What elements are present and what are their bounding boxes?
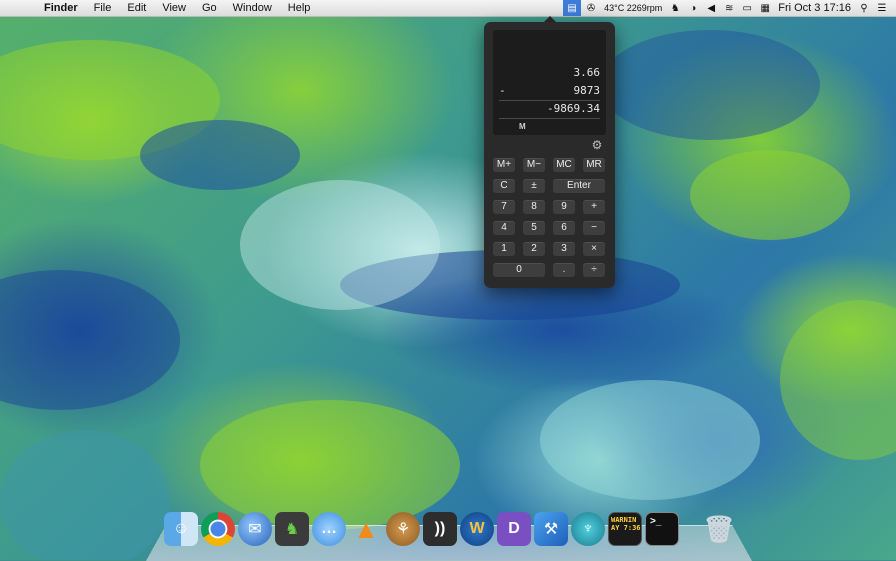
notification-center-icon[interactable]: ☰ [874, 0, 890, 16]
subtract-button[interactable]: − [583, 221, 605, 235]
display-result: -9869.34 [547, 102, 600, 115]
display-operand-1: 3.66 [573, 66, 601, 79]
dash-icon[interactable]: D [497, 512, 531, 546]
us-flag-input-icon[interactable]: ▦ [757, 0, 773, 16]
divide-button[interactable]: ÷ [583, 263, 605, 277]
wifi-icon[interactable]: ≋ [721, 0, 737, 16]
digit-3-button[interactable]: 3 [553, 242, 575, 256]
display-separator-2 [499, 118, 600, 119]
digit-8-button[interactable]: 8 [523, 200, 545, 214]
cyberduck-icon[interactable]: ⚘ [386, 512, 420, 546]
settings-gear-icon[interactable]: ⚙ [590, 138, 604, 152]
clear-button[interactable]: C [493, 179, 515, 193]
digit-5-button[interactable]: 5 [523, 221, 545, 235]
menu-view[interactable]: View [154, 0, 194, 16]
menu-bar: Finder File Edit View Go Window Help ▤ ✇… [0, 0, 896, 17]
messages-icon[interactable]: … [312, 512, 346, 546]
digit-2-button[interactable]: 2 [523, 242, 545, 256]
fan-icon[interactable]: ✇ [583, 0, 599, 16]
memory-add-button[interactable]: M+ [493, 158, 515, 172]
add-button[interactable]: + [583, 200, 605, 214]
terminal-icon[interactable]: >_ [645, 512, 679, 546]
plus-minus-button[interactable]: ± [523, 179, 545, 193]
calculator-menubar-icon[interactable]: ▤ [563, 0, 582, 16]
spotlight-search-icon[interactable]: ⚲ [856, 0, 872, 16]
vlc-icon[interactable]: ▲ [349, 512, 383, 546]
chrome-icon[interactable] [201, 512, 235, 546]
wunderlist-icon[interactable]: W [460, 512, 494, 546]
display-operator: - [499, 84, 506, 97]
menu-window[interactable]: Window [225, 0, 280, 16]
digit-1-button[interactable]: 1 [493, 242, 515, 256]
memory-recall-button[interactable]: MR [583, 158, 605, 172]
console-icon[interactable]: WARNIN AY 7:36 [608, 512, 642, 546]
desktop-wallpaper [0, 0, 896, 560]
temperature-fan-readout[interactable]: 43°C 2269rpm [600, 0, 666, 16]
date-time[interactable]: Fri Oct 3 17:16 [774, 0, 855, 16]
digit-7-button[interactable]: 7 [493, 200, 515, 214]
digit-6-button[interactable]: 6 [553, 221, 575, 235]
memory-clear-button[interactable]: MC [553, 158, 575, 172]
finder-icon[interactable]: ☺ [164, 512, 198, 546]
digit-9-button[interactable]: 9 [553, 200, 575, 214]
menu-edit[interactable]: Edit [119, 0, 154, 16]
evernote-icon[interactable]: ♞ [275, 512, 309, 546]
xcode-icon[interactable]: ⚒ [534, 512, 568, 546]
digit-4-button[interactable]: 4 [493, 221, 515, 235]
display-line-1: 3.66 [499, 65, 601, 81]
trash-icon[interactable]: 🗑 [702, 512, 736, 546]
thunderbird-icon[interactable]: ✉ [238, 512, 272, 546]
display-operand-2: 9873 [573, 84, 601, 97]
calculator-popover: 3.66 - 9873 -9869.34 M ⚙ M+ M− MC MR C ±… [484, 22, 615, 288]
menu-file[interactable]: File [86, 0, 120, 16]
display-line-2: - 9873 [499, 83, 600, 99]
memory-subtract-button[interactable]: M− [523, 158, 545, 172]
flux-icon[interactable]: ◑ [685, 0, 701, 16]
sourcetree-icon[interactable]: ♆ [571, 512, 605, 546]
evernote-menubar-icon[interactable]: ♞ [667, 0, 683, 16]
multiply-button[interactable]: × [583, 242, 605, 256]
rss-reader-icon[interactable]: )) [423, 512, 457, 546]
menu-help[interactable]: Help [280, 0, 319, 16]
menu-go[interactable]: Go [194, 0, 225, 16]
enter-button[interactable]: Enter [553, 179, 605, 193]
memory-indicator: M [519, 122, 526, 131]
volume-icon[interactable]: ◀ [703, 0, 719, 16]
console-icon-text: WARNIN AY 7:36 [611, 516, 641, 532]
battery-icon[interactable]: ▭ [739, 0, 755, 16]
digit-0-button[interactable]: 0 [493, 263, 545, 277]
calculator-display: 3.66 - 9873 -9869.34 M [493, 30, 606, 135]
dock: ☺ ✉ ♞ … ▲ ⚘ )) W D ⚒ ♆ WARNIN AY 7:36 >_… [160, 512, 750, 556]
display-result-line: -9869.34 [499, 101, 600, 117]
decimal-button[interactable]: . [553, 263, 575, 277]
menu-app-name[interactable]: Finder [36, 0, 86, 16]
